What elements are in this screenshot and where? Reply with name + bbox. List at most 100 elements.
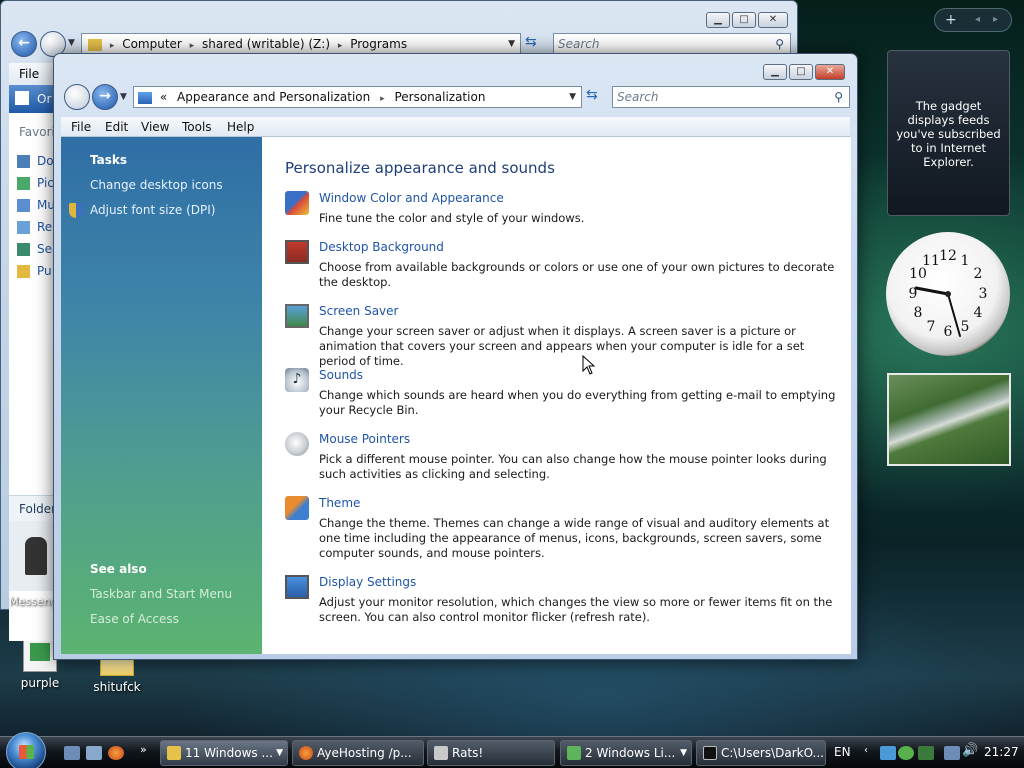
tray-messenger-icon[interactable] [898,746,914,760]
content-pane: Personalize appearance and sounds Window… [262,137,851,654]
back-button[interactable] [64,84,90,110]
breadcrumb-shared-drive[interactable]: shared (writable) (Z:) [202,37,330,51]
favorite-link[interactable]: Re [17,217,56,239]
mouse-cursor-icon [582,355,596,375]
messenger-label: Messeng [9,595,58,608]
clock-number: 4 [974,305,983,321]
personalization-window[interactable]: ▁ □ ✕ → ▼ « Appearance and Personalization… [53,53,858,660]
menu-help[interactable]: Help [227,120,254,134]
quick-launch-overflow-icon[interactable]: » [140,743,147,756]
back-button[interactable]: ← [11,31,37,57]
address-bar[interactable]: « Appearance and Personalization ▸ Perso… [133,86,582,108]
close-button[interactable]: ✕ [815,64,845,80]
folders-toggle[interactable]: Folder [19,502,56,516]
menu-view[interactable]: View [141,120,169,134]
search-input[interactable]: Search ⚲ [612,86,850,108]
display-settings-description: Adjust your monitor resolution, which ch… [319,595,833,624]
menu-tools[interactable]: Tools [182,120,212,134]
favorite-link[interactable]: Pic [17,173,56,195]
language-indicator[interactable]: EN [834,745,851,759]
recent-pages-chevron-icon[interactable]: ▼ [68,38,75,48]
theme-link[interactable]: Theme [319,496,360,510]
taskbar-item-command-prompt[interactable]: C:\Users\DarkO... [696,740,826,766]
desktop-background-description: Choose from available backgrounds or col… [319,260,835,289]
command-prompt-icon [703,746,717,760]
firefox-icon[interactable] [108,746,124,760]
volume-icon[interactable]: 🔊 [962,743,978,758]
tasks-heading: Tasks [90,153,128,167]
show-desktop-icon[interactable] [64,746,80,760]
search-icon[interactable]: ⚲ [834,87,843,107]
address-bar[interactable]: ▸ Computer ▸ shared (writable) (Z:) ▸ Pr… [81,33,521,55]
desktop-background-icon [285,240,309,264]
forward-button[interactable]: → [92,84,118,110]
refresh-icon[interactable]: ⇆ [525,34,537,50]
see-also-taskbar-start-menu[interactable]: Taskbar and Start Menu [90,587,232,601]
taskbar-item-windows-explorer[interactable]: 11 Windows ... ▼ [160,740,288,766]
slideshow-gadget[interactable] [887,373,1011,466]
details-thumbnail [9,521,56,591]
item-sounds: ♪ Sounds Change which sounds are heard w… [285,368,835,420]
taskbar-item-ayehosting[interactable]: AyeHosting /p... [292,740,424,766]
previous-page-icon[interactable]: ◂ [975,14,980,25]
start-button[interactable] [6,732,46,768]
system-clock[interactable]: 21:27 [984,745,1019,759]
taskbar-item-rats[interactable]: Rats! [427,740,555,766]
breadcrumb-appearance[interactable]: Appearance and Personalization [177,90,370,104]
maximize-button[interactable]: □ [732,12,756,28]
display-settings-icon [285,575,309,599]
screen-saver-link[interactable]: Screen Saver [319,304,398,318]
favorite-link[interactable]: Mu [17,195,56,217]
sidebar-controls: + ◂ ▸ [934,8,1012,32]
refresh-icon[interactable]: ⇆ [586,87,598,103]
clock-number: 7 [927,319,936,335]
window-color-link[interactable]: Window Color and Appearance [319,191,504,205]
see-also-heading: See also [90,562,147,576]
network-icon[interactable] [944,746,960,760]
tray-expand-icon[interactable]: ‹ [864,745,868,756]
group-dropdown-icon: ▼ [680,748,687,758]
breadcrumb-personalization[interactable]: Personalization [394,90,485,104]
favorite-link[interactable]: Pu [17,261,56,283]
search-icon[interactable]: ⚲ [775,34,784,54]
breadcrumb-overflow[interactable]: « [160,90,167,104]
next-page-icon[interactable]: ▸ [993,14,998,25]
clock-number: 1 [961,253,970,269]
maximize-button[interactable]: □ [789,64,813,80]
task-change-desktop-icons[interactable]: Change desktop icons [90,178,223,192]
desktop-background-link[interactable]: Desktop Background [319,240,444,254]
recent-pages-chevron-icon[interactable]: ▼ [120,92,127,102]
favorite-link[interactable]: Sea [17,239,56,261]
tray-app-icon[interactable] [880,746,896,760]
see-also-ease-of-access[interactable]: Ease of Access [90,612,179,626]
sounds-link[interactable]: Sounds [319,368,363,382]
window-controls: ▁ □ ✕ [704,11,788,28]
taskbar-item-windows-live[interactable]: 2 Windows Li... ▼ [560,740,692,766]
display-settings-link[interactable]: Display Settings [319,575,416,589]
breadcrumb-programs[interactable]: Programs [350,37,407,51]
task-adjust-font-size[interactable]: Adjust font size (DPI) [90,203,215,217]
breadcrumb-computer[interactable]: Computer [122,37,182,51]
desktop-icon-label: purple [20,676,60,690]
organize-button[interactable]: Or [9,85,57,113]
clock-gadget[interactable]: 12 1 2 3 4 5 6 7 8 9 10 11 [886,232,1010,356]
tray-app-icon[interactable] [918,746,934,760]
mouse-pointers-link[interactable]: Mouse Pointers [319,432,410,446]
feed-headlines-gadget[interactable]: The gadget displays feeds you've subscri… [887,50,1010,216]
search-input[interactable]: Search ⚲ [553,33,791,55]
address-dropdown-icon[interactable]: ▼ [569,87,576,107]
minimize-button[interactable]: ▁ [706,12,730,28]
switch-windows-icon[interactable] [86,746,102,760]
back-arrow-icon: ← [18,35,30,51]
menu-file[interactable]: File [71,120,91,134]
favorite-link[interactable]: Do [17,151,56,173]
mouse-pointers-icon [285,432,309,456]
address-dropdown-icon[interactable]: ▼ [508,34,515,54]
add-gadget-icon[interactable]: + [945,12,957,28]
close-button[interactable]: ✕ [758,12,788,28]
minimize-button[interactable]: ▁ [763,64,787,80]
folder-icon [88,38,102,51]
menu-edit[interactable]: Edit [105,120,128,134]
menu-file[interactable]: File [19,67,39,81]
item-mouse-pointers: Mouse Pointers Pick a different mouse po… [285,432,835,484]
